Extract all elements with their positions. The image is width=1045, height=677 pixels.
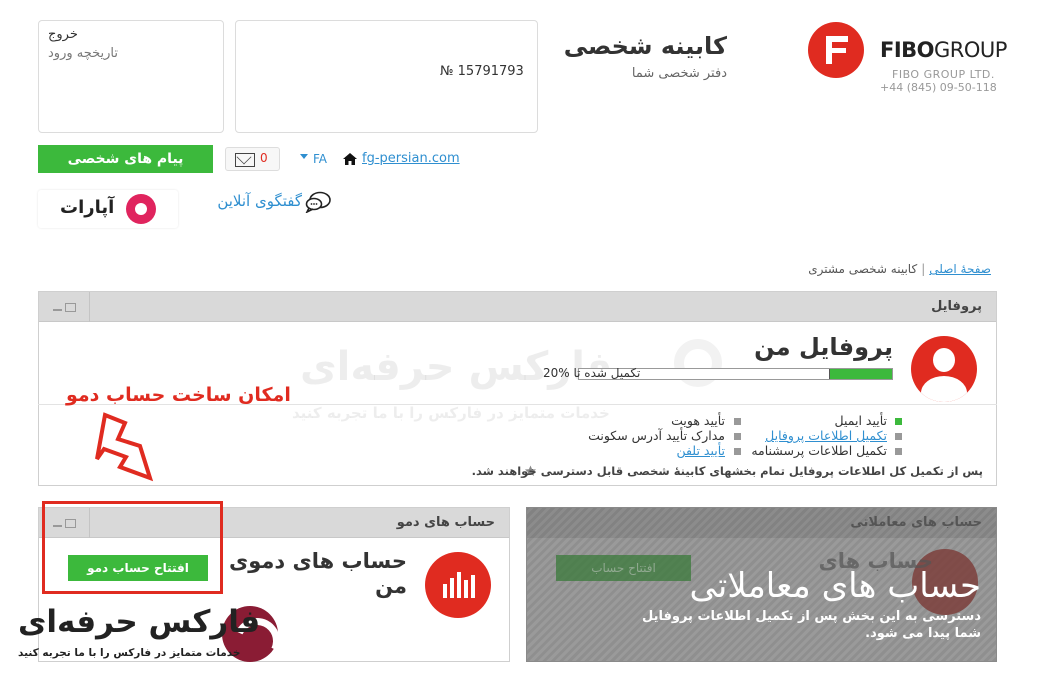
watermark-logo-text: فارکس حرفه‌ای xyxy=(18,604,261,640)
fibo-logo-icon[interactable] xyxy=(808,22,864,78)
checklist-item: تأیید هویت xyxy=(671,413,725,428)
profile-title: پروفایل من xyxy=(754,333,893,361)
brand-ltd: FIBO GROUP LTD. xyxy=(892,68,995,81)
check-pending-icon xyxy=(734,433,741,440)
breadcrumb-current: کابینه شخصی مشتری xyxy=(808,262,918,276)
checklist-item: تکمیل اطلاعات پرسشنامه xyxy=(751,443,887,458)
brand-name[interactable]: FIBOGROUP xyxy=(880,38,1007,62)
breadcrumb-home-link[interactable]: صفحهٔ اصلی xyxy=(929,262,991,276)
checklist-item-link[interactable]: تکمیل اطلاعات پروفایل xyxy=(765,428,887,443)
watermark-subtext: خدمات متمایز در فارکس را با ما تجربه کنی… xyxy=(292,404,610,422)
chat-icon[interactable] xyxy=(305,191,331,213)
user-avatar-icon xyxy=(911,336,977,402)
open-demo-account-button[interactable]: افتتاح حساب دمو xyxy=(68,555,208,581)
check-pending-icon xyxy=(734,418,741,425)
logout-link[interactable]: خروج xyxy=(48,27,78,42)
online-chat-link[interactable]: گفتگوی آنلاین xyxy=(217,192,302,210)
trading-panel-title: حساب های معاملاتی xyxy=(850,515,982,530)
annotation-text: امکان ساخت حساب دمو xyxy=(66,384,291,406)
profile-panel-title: پروفایل xyxy=(931,299,982,314)
check-pending-icon xyxy=(895,433,902,440)
language-selector[interactable]: FA xyxy=(313,152,327,166)
arrow-down-icon xyxy=(95,412,154,482)
page-title: کابینه شخصی xyxy=(563,32,727,60)
check-pending-icon xyxy=(734,448,741,455)
aparat-label: آپارات xyxy=(60,197,115,218)
demo-panel-title: حساب های دمو xyxy=(396,515,495,530)
trading-panel-header: حساب های معاملاتی xyxy=(527,508,996,538)
check-pending-icon xyxy=(895,448,902,455)
panel-window-controls-icon[interactable] xyxy=(53,302,79,312)
account-number: № 15791793 xyxy=(440,64,524,79)
aparat-icon xyxy=(126,194,156,224)
profile-progress-fill xyxy=(829,369,892,379)
site-link[interactable]: fg-persian.com xyxy=(362,151,460,166)
profile-progress-label: 20% تکمیل شده تا xyxy=(543,366,641,380)
trading-accounts-title: حساب های معاملاتی xyxy=(689,566,981,606)
envelope-icon xyxy=(235,153,255,167)
mail-count-badge: 0 xyxy=(260,151,268,165)
checklist-item: مدارک تأیید آدرس سکونت xyxy=(588,428,725,443)
home-icon xyxy=(343,153,357,165)
bar-chart-icon xyxy=(425,552,491,618)
checklist-item-link[interactable]: تأیید تلفن xyxy=(676,443,725,458)
demo-accounts-title: حساب های دموی من xyxy=(229,549,407,598)
personal-messages-button[interactable]: پیام های شخصی xyxy=(38,145,213,173)
breadcrumb: صفحهٔ اصلی|کابینه شخصی مشتری xyxy=(808,262,991,276)
page-subtitle: دفتر شخصی شما xyxy=(631,66,727,81)
checklist-item: تأیید ایمیل xyxy=(834,413,888,428)
check-done-icon xyxy=(895,418,902,425)
breadcrumb-separator: | xyxy=(921,262,926,276)
chevron-down-icon[interactable] xyxy=(300,154,308,159)
watermark-logo-subtext: خدمات متمایز در فارکس را با ما تجربه کنی… xyxy=(18,647,241,659)
login-history-link[interactable]: تاریخچه ورود xyxy=(48,46,118,61)
mail-button[interactable] xyxy=(225,147,280,171)
profile-completion-note: پس از تکمیل کل اطلاعات پروفایل تمام بخشه… xyxy=(471,464,983,478)
open-trading-account-button: افتتاح حساب xyxy=(556,555,691,581)
trading-locked-message: دسترسی به این بخش پس از تکمیل اطلاعات پر… xyxy=(641,609,981,641)
profile-panel-header: پروفایل xyxy=(39,292,996,322)
brand-phone: +44 (845) 09-50-118 xyxy=(880,81,997,94)
